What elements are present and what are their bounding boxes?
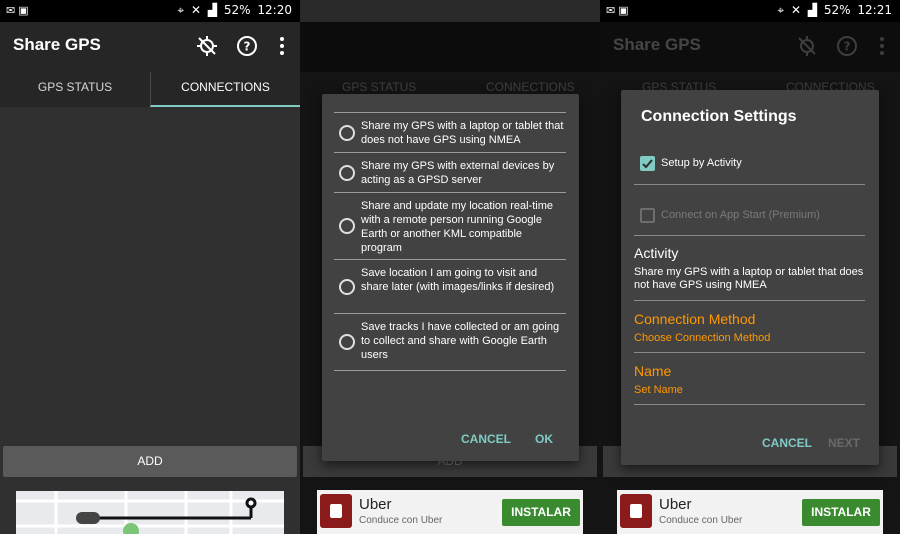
activity-heading: Activity (634, 245, 679, 261)
ad-name: Uber (659, 496, 692, 513)
activity-dialog: Share my GPS with a laptop or tablet tha… (322, 94, 579, 461)
ad-banner: Uber Conduce con Uber INSTALAR (317, 490, 583, 534)
location-icon: ⌖ (177, 3, 185, 17)
help-icon[interactable]: ? (235, 34, 259, 58)
cancel-button[interactable]: CANCEL (461, 432, 511, 446)
connection-method-row[interactable]: Connection Method Choose Connection Meth… (634, 310, 865, 353)
status-right: ⌖ ✕ ▟ 52% 12:21 (774, 3, 892, 18)
setup-by-activity-label: Setup by Activity (661, 157, 742, 169)
app-title: Share GPS (13, 35, 101, 54)
ad-install-button[interactable]: INSTALAR (502, 499, 580, 526)
radio-button[interactable] (339, 334, 355, 350)
option-save-location[interactable]: Save location I am going to visit and sh… (334, 260, 566, 314)
radio-button[interactable] (339, 125, 355, 141)
setup-by-activity-row[interactable]: Setup by Activity (634, 148, 865, 185)
check-icon (642, 159, 653, 169)
map-banner-image (16, 491, 284, 534)
ad-install-button[interactable]: INSTALAR (802, 499, 880, 526)
connection-method-value: Choose Connection Method (634, 332, 771, 344)
screen-connection-settings: ✉ ▣ ⌖ ✕ ▟ 52% 12:21 Share GPS ? GPS STAT… (600, 0, 900, 534)
clock: 12:21 (857, 3, 892, 17)
tab-gps-status[interactable]: GPS STATUS (0, 72, 150, 107)
option-label: Share my GPS with a laptop or tablet tha… (361, 120, 564, 146)
option-label: Share and update my location real-time w… (361, 200, 553, 254)
status-bar-dimmed (300, 0, 600, 22)
mute-icon: ✕ (190, 3, 202, 17)
option-label: Save location I am going to visit and sh… (361, 267, 555, 293)
ad-name: Uber (359, 496, 392, 513)
name-heading: Name (634, 363, 672, 379)
uber-logo (320, 494, 352, 528)
screen-choose-activity: GPS STATUS CONNECTIONS ADD Uber Conduce … (300, 0, 600, 534)
checkbox-disabled (640, 208, 655, 223)
connect-on-start-label: Connect on App Start (Premium) (661, 209, 820, 221)
next-button-disabled: NEXT (828, 436, 861, 450)
location-icon: ⌖ (777, 3, 785, 17)
cancel-button[interactable]: CANCEL (762, 436, 812, 450)
battery-percent: 52% (823, 3, 851, 17)
signal-icon: ▟ (207, 3, 218, 17)
connect-on-start-row: Connect on App Start (Premium) (634, 200, 865, 236)
clock: 12:20 (257, 3, 292, 17)
option-kml[interactable]: Share and update my location real-time w… (334, 193, 566, 260)
uber-logo (620, 494, 652, 528)
status-right: ⌖ ✕ ▟ 52% 12:20 (174, 3, 292, 18)
svg-text:?: ? (244, 40, 251, 54)
ad-banner: Uber Conduce con Uber INSTALAR (617, 490, 883, 534)
radio-button[interactable] (339, 218, 355, 234)
activity-row[interactable]: Activity Share my GPS with a laptop or t… (634, 245, 865, 301)
option-save-tracks[interactable]: Save tracks I have collected or am going… (334, 314, 566, 371)
notification-icons: ✉ ▣ (606, 5, 629, 17)
option-label: Share my GPS with external devices by ac… (361, 160, 555, 186)
connection-method-heading: Connection Method (634, 311, 756, 327)
mute-icon: ✕ (790, 3, 802, 17)
activity-value: Share my GPS with a laptop or tablet tha… (634, 266, 864, 291)
add-button[interactable]: ADD (3, 446, 297, 477)
option-gpsd[interactable]: Share my GPS with external devices by ac… (334, 153, 566, 193)
dialog-title: Connection Settings (641, 108, 797, 125)
name-value: Set Name (634, 384, 683, 396)
ad-subtitle: Conduce con Uber (359, 515, 443, 526)
radio-button[interactable] (339, 279, 355, 295)
more-vert-icon[interactable] (270, 34, 294, 58)
battery-percent: 52% (223, 3, 251, 17)
screen-connections: ✉ ▣ ⌖ ✕ ▟ 52% 12:20 Share GPS ? GPS STAT… (0, 0, 300, 534)
ad-subtitle: Conduce con Uber (659, 515, 743, 526)
map-streets (16, 491, 284, 534)
notification-icons: ✉ ▣ (6, 5, 29, 17)
checkbox-checked[interactable] (640, 156, 655, 171)
name-row[interactable]: Name Set Name (634, 362, 865, 405)
ok-button[interactable]: OK (535, 432, 553, 446)
signal-icon: ▟ (807, 3, 818, 17)
app-bar: Share GPS ? (0, 22, 300, 72)
option-nmea[interactable]: Share my GPS with a laptop or tablet tha… (334, 113, 566, 153)
connection-settings-dialog: Connection Settings Setup by Activity Co… (621, 90, 879, 465)
tab-bar: GPS STATUS CONNECTIONS (0, 72, 300, 107)
status-bar: ✉ ▣ ⌖ ✕ ▟ 52% 12:21 (600, 0, 900, 22)
option-label: Save tracks I have collected or am going… (361, 321, 560, 361)
tab-connections[interactable]: CONNECTIONS (150, 72, 300, 107)
gps-off-icon[interactable] (195, 34, 219, 58)
radio-button[interactable] (339, 165, 355, 181)
status-bar: ✉ ▣ ⌖ ✕ ▟ 52% 12:20 (0, 0, 300, 22)
